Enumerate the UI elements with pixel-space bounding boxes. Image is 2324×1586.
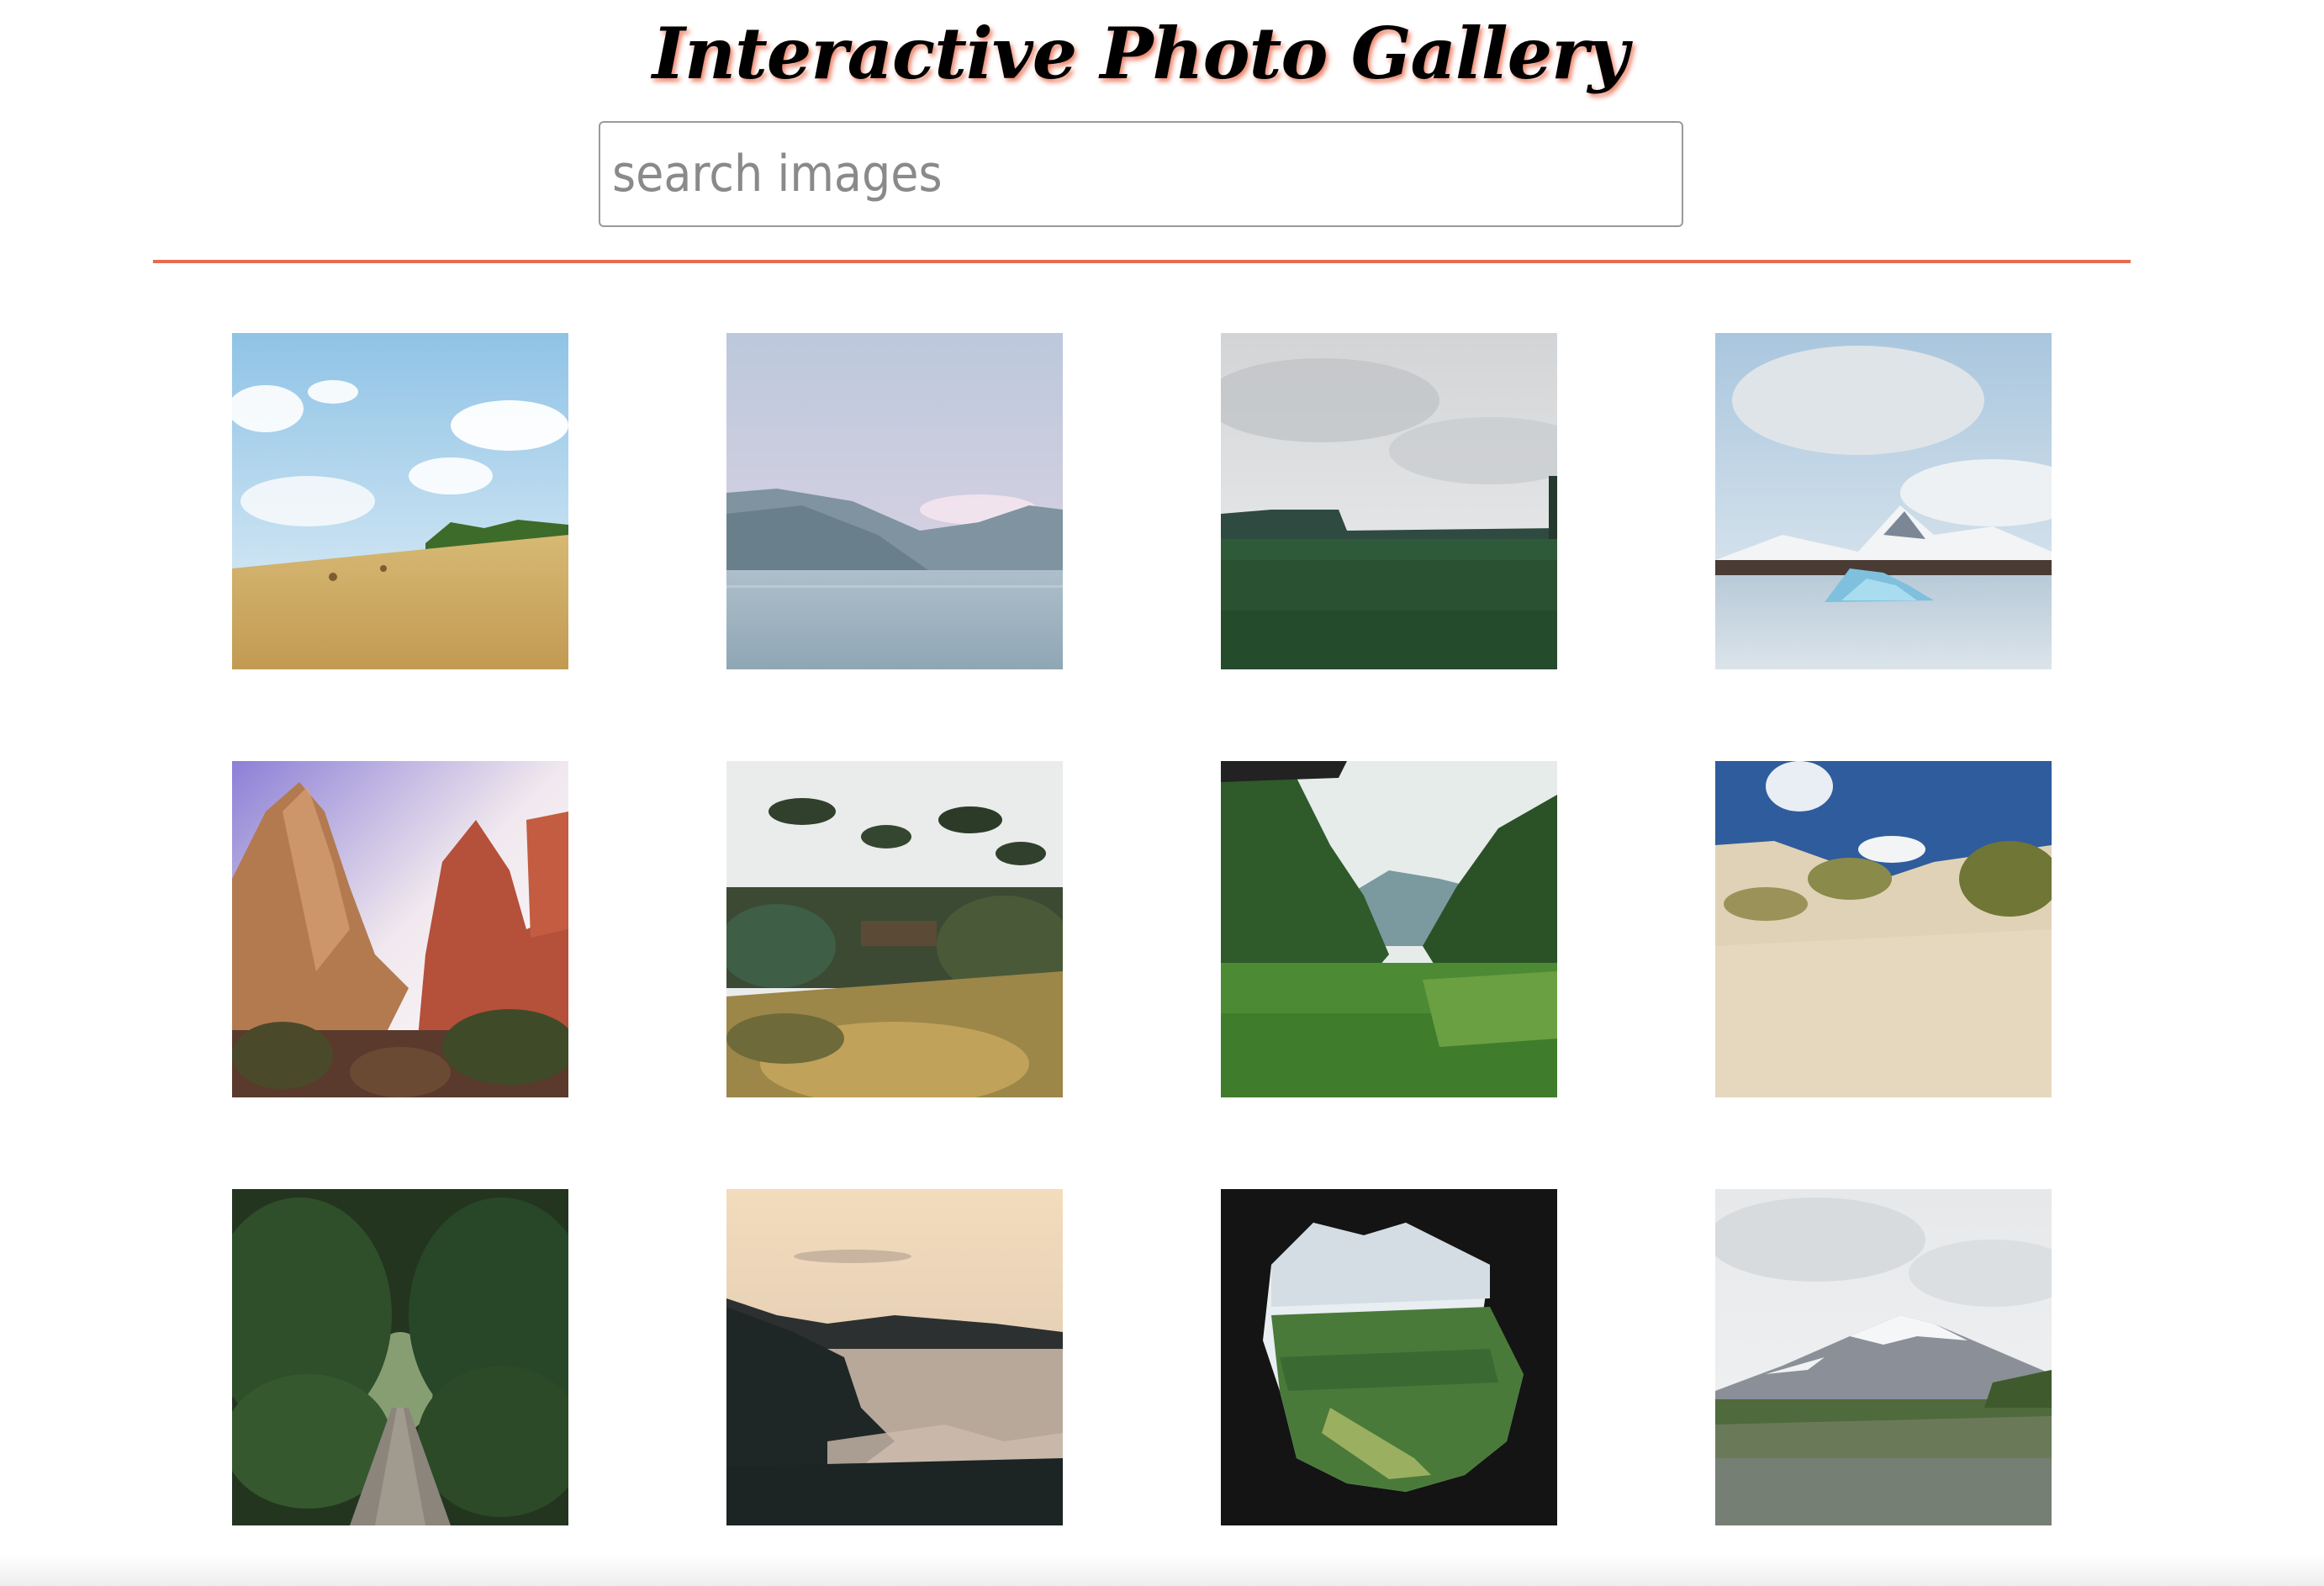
header-divider <box>153 260 2131 263</box>
gallery-image-glacier-lagoon[interactable] <box>1715 333 2052 669</box>
gallery-image-green-meadow[interactable] <box>1221 333 1557 669</box>
gallery-image-misty-lake[interactable] <box>726 333 1063 669</box>
gallery-image-forest-path[interactable] <box>232 1189 568 1525</box>
photo-gallery <box>232 333 2052 1525</box>
bottom-scroll-shade <box>0 1554 2324 1586</box>
gallery-image-wheat-field[interactable] <box>232 333 568 669</box>
gallery-image-jungle-valley[interactable] <box>1221 761 1557 1097</box>
search-input[interactable] <box>599 121 1683 227</box>
gallery-image-cave-view[interactable] <box>1221 1189 1557 1525</box>
gallery-image-snowy-mountain[interactable] <box>1715 1189 2052 1525</box>
gallery-image-coastal-cliffs[interactable] <box>726 1189 1063 1525</box>
gallery-image-sand-dunes[interactable] <box>1715 761 2052 1097</box>
gallery-image-red-rock-canyon[interactable] <box>232 761 568 1097</box>
gallery-image-overgrown-garden[interactable] <box>726 761 1063 1097</box>
page-title: Interactive Photo Gallery <box>652 12 1629 95</box>
